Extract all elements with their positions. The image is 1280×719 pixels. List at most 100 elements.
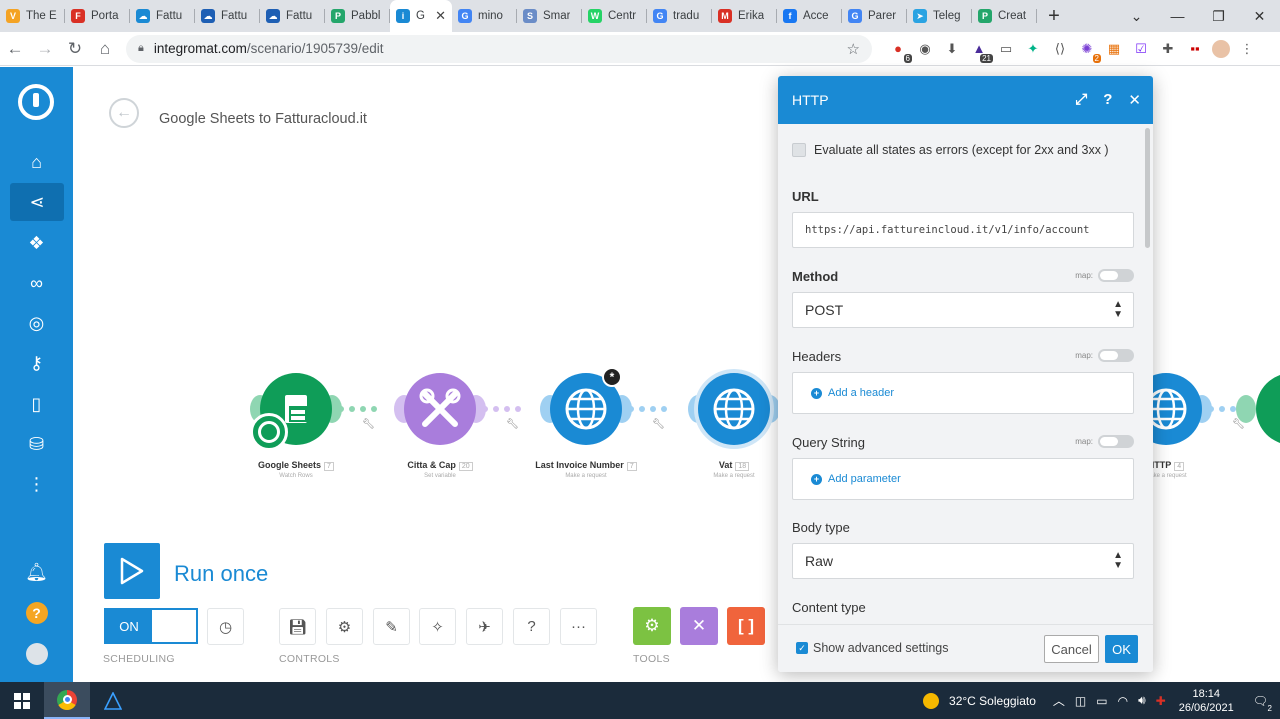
extension-cards-icon[interactable]: ▭: [996, 40, 1016, 58]
add-header-button[interactable]: + Add a header: [792, 372, 1134, 414]
connector-dots[interactable]: [482, 406, 521, 412]
scheduling-toggle[interactable]: ON: [104, 608, 198, 644]
extensions-puzzle-icon[interactable]: ✚: [1158, 40, 1178, 58]
home-nav-icon[interactable]: ⌂: [0, 143, 73, 181]
tools-gear-icon[interactable]: ⚙: [633, 607, 671, 645]
help-icon[interactable]: ?: [0, 594, 73, 632]
browser-tab[interactable]: W Centr: [582, 0, 647, 32]
windows-start-icon[interactable]: [0, 682, 44, 719]
browser-tab[interactable]: V The E: [0, 0, 65, 32]
connector-dots[interactable]: [338, 406, 377, 412]
run-once-button[interactable]: [104, 543, 160, 599]
browser-tab[interactable]: G Parer: [842, 0, 907, 32]
tools-cross-icon[interactable]: ✕: [680, 607, 718, 645]
browser-tab-active[interactable]: i G ✕: [390, 0, 452, 32]
evaluate-errors-checkbox[interactable]: [792, 143, 806, 157]
scenarios-nav-icon[interactable]: ⋖: [10, 183, 64, 221]
tab-close-icon[interactable]: ✕: [435, 8, 446, 24]
app-triangle-taskbar-icon[interactable]: [90, 682, 136, 719]
method-select[interactable]: POST ▲ ▼: [792, 292, 1134, 328]
connector-dots[interactable]: [628, 406, 667, 412]
battery-icon[interactable]: ▭: [1096, 694, 1107, 708]
save-icon[interactable]: 💾︎: [279, 608, 316, 645]
module-partial-next[interactable]: [1256, 373, 1280, 445]
run-once-label[interactable]: Run once: [174, 561, 268, 587]
url-input[interactable]: https://api.fattureincloud.it/v1/info/ac…: [792, 212, 1134, 248]
expand-icon[interactable]: ⤢: [1075, 91, 1087, 109]
auto-align-wand-icon[interactable]: ✧: [419, 608, 456, 645]
home-icon[interactable]: ⌂: [90, 39, 120, 59]
headers-map-toggle[interactable]: map:: [1075, 349, 1134, 362]
maximize-button[interactable]: ❐: [1198, 8, 1239, 25]
route-wrench-icon[interactable]: 🔧︎: [506, 419, 519, 430]
templates-nav-icon[interactable]: ❖: [0, 224, 73, 262]
address-bar[interactable]: 🔒︎ integromat.com/scenario/1905739/edit …: [126, 34, 872, 63]
browser-tab[interactable]: ☁ Fattu: [260, 0, 325, 32]
method-map-toggle[interactable]: map:: [1075, 269, 1134, 282]
back-circle-icon[interactable]: ←: [109, 98, 139, 128]
browser-tab[interactable]: F Porta: [65, 0, 130, 32]
reload-icon[interactable]: ↻: [60, 39, 90, 59]
datastores-nav-icon[interactable]: ⛁: [0, 425, 73, 463]
browser-tab[interactable]: P Pabbl: [325, 0, 390, 32]
wifi-icon[interactable]: ◠: [1118, 694, 1128, 708]
more-nav-icon[interactable]: ⋮: [0, 465, 73, 503]
notes-icon[interactable]: ✎: [373, 608, 410, 645]
browser-tab[interactable]: ☁ Fattu: [130, 0, 195, 32]
panel-scrollbar[interactable]: [1145, 128, 1150, 248]
chrome-taskbar-icon[interactable]: [44, 682, 90, 719]
devices-nav-icon[interactable]: ▯: [0, 385, 73, 423]
browser-tab[interactable]: Gtradu: [647, 0, 712, 32]
extension-download-icon[interactable]: ⬇: [942, 40, 962, 58]
browser-tab[interactable]: ☁ Fattu: [195, 0, 260, 32]
extension-red-icon[interactable]: ● 6: [888, 40, 912, 63]
tools-bracket-icon[interactable]: [ ]: [727, 607, 765, 645]
browser-tab[interactable]: ➤ Teleg: [907, 0, 972, 32]
volume-icon[interactable]: 🔊︎: [1138, 693, 1146, 708]
advanced-settings-checkbox[interactable]: ✓: [796, 642, 808, 654]
extension-circles-icon[interactable]: ◉: [915, 40, 935, 58]
notifications-center-icon[interactable]: 🗨︎ 2: [1253, 694, 1272, 713]
explain-flow-plane-icon[interactable]: ✈: [466, 608, 503, 645]
cancel-button[interactable]: Cancel: [1044, 635, 1099, 663]
meet-now-icon[interactable]: ◫: [1075, 694, 1086, 708]
profile-avatar-icon[interactable]: [1212, 39, 1230, 58]
extension-grid-icon[interactable]: ▦: [1104, 40, 1124, 58]
new-tab-button[interactable]: +: [1037, 0, 1071, 32]
ok-button[interactable]: OK: [1105, 635, 1138, 663]
extension-hat-icon[interactable]: ▲ 21: [969, 40, 993, 63]
close-icon[interactable]: ✕: [1128, 91, 1141, 109]
help-question-icon[interactable]: ?: [1103, 91, 1112, 109]
extension-dots-icon[interactable]: ▪▪: [1185, 40, 1205, 58]
tab-search-icon[interactable]: ⌄: [1116, 8, 1157, 25]
module-2[interactable]: [404, 373, 476, 445]
back-arrow-icon[interactable]: ←: [0, 39, 30, 59]
extension-code-icon[interactable]: ⟨⟩: [1050, 40, 1070, 58]
browser-tab[interactable]: M Erika: [712, 0, 777, 32]
body-type-select[interactable]: Raw ▲ ▼: [792, 543, 1134, 579]
route-wrench-icon[interactable]: 🔧︎: [652, 419, 665, 430]
antivirus-icon[interactable]: ✚: [1156, 694, 1166, 708]
extension-check-icon[interactable]: ☑: [1131, 40, 1151, 58]
add-parameter-button[interactable]: + Add parameter: [792, 458, 1134, 500]
module-3[interactable]: *: [550, 367, 622, 445]
more-dots-icon[interactable]: ···: [560, 608, 597, 645]
route-wrench-icon[interactable]: 🔧︎: [362, 419, 375, 430]
webhooks-nav-icon[interactable]: ◎: [0, 304, 73, 342]
browser-menu-icon[interactable]: ⋮: [1237, 40, 1257, 58]
browser-tab[interactable]: P Creat: [972, 0, 1037, 32]
weather-text[interactable]: 32°C Soleggiato: [949, 694, 1036, 708]
module-1[interactable]: [250, 373, 332, 451]
settings-gear-icon[interactable]: ⚙: [326, 608, 363, 645]
user-avatar-icon[interactable]: [0, 635, 73, 673]
browser-tab[interactable]: Gmino: [452, 0, 517, 32]
bookmark-star-icon[interactable]: ☆: [847, 40, 860, 58]
help-circle-icon[interactable]: ?: [513, 608, 550, 645]
advanced-settings-label[interactable]: Show advanced settings: [813, 641, 949, 655]
browser-tab[interactable]: S Smar: [517, 0, 582, 32]
notifications-bell-icon[interactable]: 🔔︎: [0, 553, 73, 591]
minimize-button[interactable]: —: [1157, 8, 1198, 24]
integromat-logo[interactable]: [18, 84, 54, 120]
connections-nav-icon[interactable]: ∞: [0, 264, 73, 302]
query-map-toggle[interactable]: map:: [1075, 435, 1134, 448]
